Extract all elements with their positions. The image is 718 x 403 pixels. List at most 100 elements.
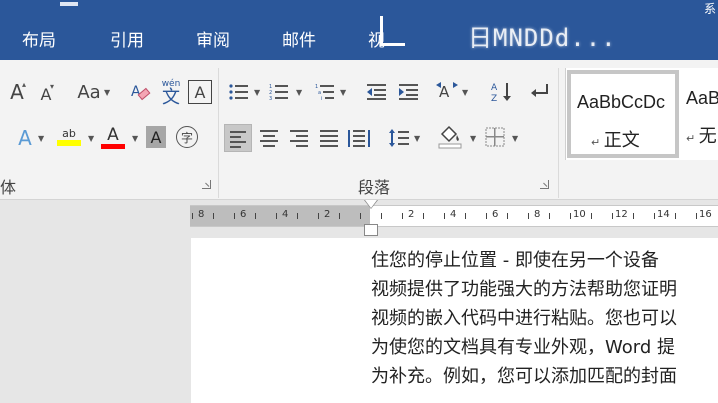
line-spacing-icon (389, 129, 409, 147)
style-no-spacing[interactable]: AaB ↵ 无 (684, 70, 718, 158)
change-case-button[interactable]: Aa (74, 80, 104, 104)
style-name: ↵ 正文 (591, 126, 640, 152)
borders-button[interactable] (484, 124, 506, 150)
ruler-tick (675, 213, 676, 219)
phonetic-guide-button[interactable]: wén 文 (158, 78, 184, 108)
ruler-tick (339, 213, 340, 219)
ruler-number: 2 (324, 209, 331, 220)
align-left-button[interactable] (224, 124, 252, 152)
chevron-down-icon: ▼ (104, 88, 111, 97)
ribbon: A ▴ A ▾ Aa ▼ A wén 文 A A ▼ ab ▼ A ▼ A 字 … (0, 60, 718, 200)
tab-mailings[interactable]: 邮件 (282, 22, 316, 60)
chinese-layout-icon: A (436, 82, 458, 101)
highlight-button[interactable]: ab (56, 124, 82, 150)
chinese-layout-button[interactable]: A (434, 80, 460, 104)
sort-button[interactable]: A Z (490, 80, 514, 104)
ruler-tick (234, 213, 235, 219)
horizontal-ruler[interactable]: 8 6 4 2 2 4 6 8 10 12 14 16 (190, 205, 718, 227)
align-right-button[interactable] (286, 124, 312, 152)
phonetic-guide-icon: 文 (162, 86, 180, 108)
chevron-down-icon: ▼ (470, 134, 477, 143)
increase-indent-button[interactable] (396, 80, 420, 104)
style-normal[interactable]: AaBbCcDc ↵ 正文 (567, 70, 679, 158)
shading-button[interactable] (436, 122, 464, 152)
left-indent-marker[interactable] (364, 224, 378, 236)
decrease-indent-button[interactable] (364, 80, 388, 104)
ruler-tick (654, 213, 655, 219)
highlight-icon: ab (62, 127, 76, 140)
bullets-button[interactable] (228, 80, 250, 104)
caret-down-icon: ▾ (50, 82, 55, 91)
ruler-number: 8 (534, 209, 541, 220)
ruler-tick (507, 213, 508, 219)
document-body[interactable]: 住您的停止位置 - 即使在另一个设备 视频提供了功能强大的方法帮助您证明 视频的… (371, 246, 718, 391)
text-effects-button[interactable]: A (14, 126, 36, 150)
ruler-tick (297, 213, 298, 219)
character-border-button[interactable]: A (188, 80, 212, 104)
tab-review[interactable]: 审阅 (196, 22, 230, 60)
ruler-tick (423, 213, 424, 219)
paint-bucket-icon (438, 125, 462, 149)
ruler-tick (549, 213, 550, 219)
font-color-button[interactable]: A (100, 124, 126, 150)
distributed-button[interactable] (346, 124, 372, 152)
ruler-tick (696, 213, 697, 219)
caret-up-icon: ▴ (22, 80, 27, 89)
show-formatting-marks-button[interactable] (528, 80, 552, 104)
ruler-number: 2 (408, 209, 415, 220)
tab-references[interactable]: 引用 (110, 22, 144, 60)
clear-formatting-button[interactable]: A (128, 80, 152, 104)
first-line-indent-marker-fill (365, 200, 377, 208)
ruler-number: 14 (657, 209, 670, 220)
ruler-tick (213, 213, 214, 219)
ruler-tick (444, 213, 445, 219)
ruler-number: 8 (198, 209, 205, 220)
style-name: ↵ 无 (686, 122, 717, 148)
character-shading-icon: A (150, 127, 162, 147)
ruler-tick (318, 213, 319, 219)
font-dialog-launcher-icon[interactable] (202, 180, 211, 189)
chevron-down-icon: ▼ (462, 88, 469, 97)
style-sample: AaB (686, 88, 718, 108)
align-left-icon (230, 131, 246, 151)
quick-access-menu-icon[interactable] (60, 2, 78, 6)
ruler-tick (465, 213, 466, 219)
paragraph-mark-icon: ↵ (591, 136, 604, 149)
enter-arrow-icon (531, 84, 548, 97)
style-name-text: 正文 (603, 130, 640, 151)
overlay-text: 日MNDDd... (468, 24, 617, 52)
font-group-label: 体 (0, 178, 17, 197)
change-case-icon: Aa (77, 81, 101, 103)
clear-formatting-icon: A (131, 84, 151, 101)
tab-layout[interactable]: 布局 (22, 22, 56, 60)
svg-text:A: A (491, 83, 498, 93)
align-center-button[interactable] (256, 124, 282, 152)
svg-text:3: 3 (269, 96, 272, 101)
ruler-tick (381, 213, 382, 219)
ruler-number: 6 (492, 209, 499, 220)
paragraph-dialog-launcher-icon[interactable] (540, 180, 549, 189)
justify-button[interactable] (316, 124, 342, 152)
ruler-tick (570, 213, 571, 219)
text-effects-icon: A (18, 126, 32, 150)
font-color-swatch (101, 143, 125, 149)
decrease-indent-icon (367, 84, 386, 100)
ruler-number: 10 (573, 209, 586, 220)
distributed-icon (348, 130, 370, 147)
bullets-icon (229, 84, 248, 100)
numbering-button[interactable]: 1 2 3 (268, 80, 290, 104)
character-shading-button[interactable]: A (146, 126, 166, 148)
multilevel-list-button[interactable]: 1 a i (314, 80, 336, 104)
enclose-characters-button[interactable]: 字 (176, 126, 198, 148)
overlay-bar (380, 16, 383, 46)
chevron-down-icon: ▼ (414, 134, 421, 143)
style-name-text: 无 (698, 126, 717, 147)
document-line: 视频的嵌入代码中进行粘贴。您也可以 (371, 308, 677, 329)
chevron-down-icon: ▼ (132, 134, 139, 143)
ruler-number: 4 (282, 209, 289, 220)
styles-gallery: AaBbCcDc ↵ 正文 AaB ↵ 无 (565, 68, 718, 160)
document-page[interactable]: 住您的停止位置 - 即使在另一个设备 视频提供了功能强大的方法帮助您证明 视频的… (191, 238, 718, 403)
line-spacing-button[interactable] (386, 124, 412, 152)
svg-text:Z: Z (491, 94, 497, 103)
numbering-icon: 1 2 3 (269, 84, 288, 101)
